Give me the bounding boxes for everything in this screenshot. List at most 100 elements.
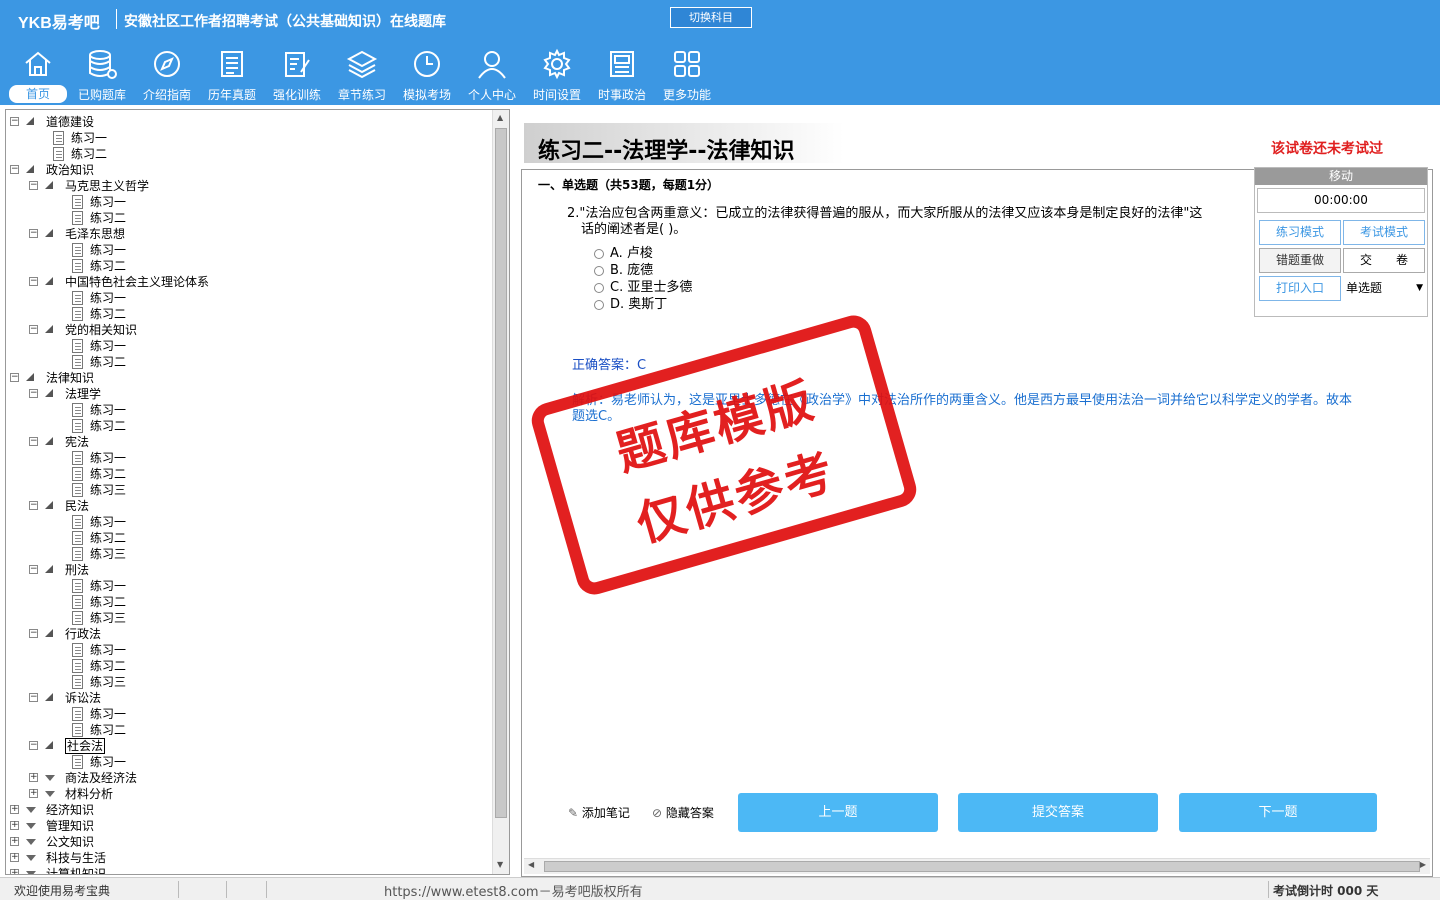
expand-toggle-icon[interactable]: − [29,277,38,286]
tree-item[interactable]: − 刑法 [6,562,486,578]
content-h-scrollbar[interactable]: ◀ ▶ [524,858,1430,874]
tree-item[interactable]: 练习一 [6,290,486,306]
tree-item[interactable]: + 商法及经济法 [6,770,486,786]
expand-toggle-icon[interactable]: − [29,325,38,334]
tree-item[interactable]: 练习三 [6,674,486,690]
tree-item[interactable]: − 道德建设 [6,114,486,130]
expand-toggle-icon[interactable]: − [29,629,38,638]
toolbar-item-10[interactable]: 更多功能 [655,48,719,104]
tree-item[interactable]: 练习三 [6,546,486,562]
tree-item[interactable]: + 计算机知识 [6,866,486,874]
tree-item[interactable]: 练习三 [6,610,486,626]
radio-icon[interactable] [594,265,604,276]
radio-icon[interactable] [594,282,604,293]
tree-item[interactable]: + 经济知识 [6,802,486,818]
tree-item[interactable]: 练习二 [6,466,486,482]
tree-item[interactable]: 练习二 [6,354,486,370]
expand-toggle-icon[interactable]: − [29,229,38,238]
tree-item[interactable]: − 民法 [6,498,486,514]
tree-item[interactable]: 练习二 [6,418,486,434]
tree-item[interactable]: − 马克思主义哲学 [6,178,486,194]
tree-item[interactable]: 练习一 [6,402,486,418]
tree-item[interactable]: 练习一 [6,578,486,594]
expand-toggle-icon[interactable]: + [10,821,19,830]
expand-toggle-icon[interactable]: − [10,373,19,382]
tree-item[interactable]: 练习二 [6,722,486,738]
expand-toggle-icon[interactable]: − [29,693,38,702]
scroll-down-icon[interactable]: ▼ [497,860,503,869]
toolbar-item-7[interactable]: 个人中心 [460,48,524,104]
switch-subject-button[interactable]: 切换科目 [670,7,752,28]
submit-paper-button[interactable]: 交 卷 [1343,248,1425,273]
tree-item[interactable]: 练习二 [6,258,486,274]
tree-item[interactable]: 练习一 [6,642,486,658]
expand-toggle-icon[interactable]: − [10,165,19,174]
tree-item[interactable]: 练习一 [6,514,486,530]
tree-item[interactable]: − 法理学 [6,386,486,402]
option-3[interactable]: D. 奥斯丁 [594,293,667,312]
tree-item[interactable]: 练习三 [6,482,486,498]
tree-item[interactable]: − 宪法 [6,434,486,450]
expand-toggle-icon[interactable]: − [29,741,38,750]
question-type-select[interactable]: 单选题 ▼ [1343,276,1427,300]
expand-toggle-icon[interactable]: − [29,181,38,190]
exam-mode-button[interactable]: 考试模式 [1343,220,1425,245]
expand-toggle-icon[interactable]: − [29,501,38,510]
expand-toggle-icon[interactable]: + [10,805,19,814]
tree-item[interactable]: 练习二 [6,658,486,674]
radio-icon[interactable] [594,248,604,259]
tree-item[interactable]: 练习二 [6,146,486,162]
tree-item[interactable]: − 行政法 [6,626,486,642]
practice-mode-button[interactable]: 练习模式 [1259,220,1341,245]
toolbar-item-1[interactable]: 已购题库 [70,48,134,104]
tree-item[interactable]: + 管理知识 [6,818,486,834]
tree-item[interactable]: + 科技与生活 [6,850,486,866]
tree-item[interactable]: 练习二 [6,210,486,226]
toolbar-item-2[interactable]: 介绍指南 [135,48,199,104]
expand-toggle-icon[interactable]: + [10,837,19,846]
prev-question-button[interactable]: 上一题 [738,793,938,832]
toolbar-item-3[interactable]: 历年真题 [200,48,264,104]
tree-item[interactable]: 练习一 [6,450,486,466]
tree-item[interactable]: + 公文知识 [6,834,486,850]
expand-toggle-icon[interactable]: − [10,117,19,126]
expand-toggle-icon[interactable]: − [29,389,38,398]
toolbar-item-5[interactable]: 章节练习 [330,48,394,104]
tree-item[interactable]: − 中国特色社会主义理论体系 [6,274,486,290]
tree-item[interactable]: − 法律知识 [6,370,486,386]
next-question-button[interactable]: 下一题 [1179,793,1377,832]
tree-scrollbar[interactable]: ▲ ▼ [492,110,509,874]
submit-answer-button[interactable]: 提交答案 [958,793,1158,832]
expand-toggle-icon[interactable]: − [29,565,38,574]
redo-wrong-button[interactable]: 错题重做 [1259,248,1341,273]
tree-item[interactable]: 练习二 [6,594,486,610]
scroll-right-icon[interactable]: ▶ [1420,860,1426,869]
tree-item[interactable]: 练习一 [6,754,486,770]
tree-item[interactable]: − 毛泽东思想 [6,226,486,242]
tree-item[interactable]: 练习二 [6,530,486,546]
toolbar-item-9[interactable]: 时事政治 [590,48,654,104]
tree-scroll-thumb[interactable] [495,128,507,818]
scroll-up-icon[interactable]: ▲ [497,113,503,122]
tree-item[interactable]: 练习一 [6,338,486,354]
expand-toggle-icon[interactable]: + [10,869,19,874]
tree-item[interactable]: 练习二 [6,306,486,322]
toolbar-item-0[interactable]: 首页 [6,48,70,104]
tree-item[interactable]: − 社会法 [6,738,486,754]
add-note-link[interactable]: ✎ 添加笔记 [568,804,630,821]
tree-item[interactable]: 练习一 [6,194,486,210]
toolbar-item-6[interactable]: 模拟考场 [395,48,459,104]
tree-item[interactable]: − 诉讼法 [6,690,486,706]
hide-answer-link[interactable]: ⊘ 隐藏答案 [652,804,714,821]
tree-item[interactable]: − 党的相关知识 [6,322,486,338]
toolbar-item-4[interactable]: 强化训练 [265,48,329,104]
tree-item[interactable]: 练习一 [6,242,486,258]
expand-toggle-icon[interactable]: − [29,437,38,446]
tree-item[interactable]: 练习一 [6,130,486,146]
radio-icon[interactable] [594,299,604,310]
toolbar-item-8[interactable]: 时间设置 [525,48,589,104]
expand-toggle-icon[interactable]: + [29,773,38,782]
content-scroll-thumb[interactable] [544,861,1420,872]
tree-item[interactable]: − 政治知识 [6,162,486,178]
panel-move-handle[interactable]: 移动 [1255,168,1427,185]
